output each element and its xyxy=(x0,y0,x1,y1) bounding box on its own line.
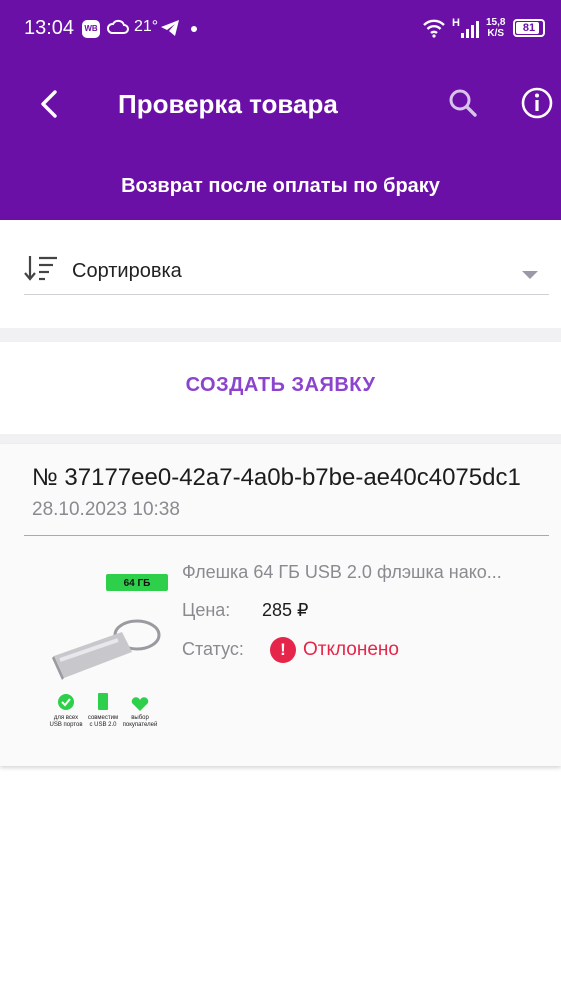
status-label: Статус: xyxy=(182,639,244,659)
price-label: Цена: xyxy=(182,600,231,620)
status-temperature: 21° xyxy=(134,18,159,35)
battery-icon: 81 xyxy=(513,19,545,37)
order-divider xyxy=(24,535,549,536)
price-value: 285 ₽ xyxy=(262,600,309,620)
divider xyxy=(0,328,561,342)
usb-icon xyxy=(98,693,108,710)
dropdown-arrow-icon xyxy=(522,271,538,279)
check-icon xyxy=(58,694,74,710)
speed-unit: K/S xyxy=(487,28,505,39)
signal-icon xyxy=(461,21,479,38)
notification-dot-icon xyxy=(191,26,197,32)
product-image[interactable]: 64 ГБ для всех USB портов совместим с US… xyxy=(40,570,170,732)
wb-app-icon: WB xyxy=(82,20,100,38)
alert-icon: ! xyxy=(270,637,296,663)
cloud-icon xyxy=(106,19,129,34)
flash-drive-body xyxy=(54,632,132,678)
order-card[interactable]: № 37177ee0-42a7-4a0b-b7be-ae40c4075dc1 2… xyxy=(0,444,561,766)
info-icon[interactable] xyxy=(518,84,556,122)
speed-value: 15,8 xyxy=(486,17,506,28)
telegram-icon xyxy=(161,20,179,36)
feature-label: совместим xyxy=(88,715,118,721)
app-bar: Проверка товара Возврат после оплаты по … xyxy=(0,60,561,220)
feature-label: USB портов xyxy=(50,722,83,728)
wifi-icon xyxy=(423,19,445,38)
create-request-section: СОЗДАТЬ ЗАЯВКУ xyxy=(0,342,561,434)
page-subtitle: Возврат после оплаты по браку xyxy=(121,175,440,197)
back-button[interactable] xyxy=(30,84,70,124)
product-name[interactable]: Флешка 64 ГБ USB 2.0 флэшка нако... xyxy=(182,562,532,583)
search-icon[interactable] xyxy=(444,84,482,122)
sort-icon xyxy=(24,256,57,281)
capacity-badge-text: 64 ГБ xyxy=(124,578,151,589)
divider xyxy=(0,434,561,444)
status-value: Отклонено xyxy=(303,639,399,660)
create-request-button[interactable]: СОЗДАТЬ ЗАЯВКУ xyxy=(0,374,561,397)
network-speed: 15,8 K/S xyxy=(486,17,505,39)
page-title: Проверка товара xyxy=(118,89,338,119)
status-bar: 13:04 WB 21° H 15,8 K/S 81 xyxy=(0,0,561,60)
feature-label: покупателей xyxy=(123,721,158,728)
status-time: 13:04 xyxy=(24,17,75,39)
sort-underline xyxy=(24,294,549,295)
heart-icon xyxy=(131,697,149,711)
feature-label: выбор xyxy=(131,715,149,721)
network-type: H xyxy=(452,17,460,29)
order-date: 28.10.2023 10:38 xyxy=(32,499,180,520)
sort-label: Сортировка xyxy=(72,260,182,282)
battery-level: 81 xyxy=(522,22,536,34)
sort-section: Сортировка xyxy=(0,220,561,328)
feature-label: с USB 2.0 xyxy=(89,722,117,728)
order-number: № 37177ee0-42a7-4a0b-b7be-ae40c4075dc1 xyxy=(32,464,521,491)
feature-label: для всех xyxy=(54,715,78,721)
